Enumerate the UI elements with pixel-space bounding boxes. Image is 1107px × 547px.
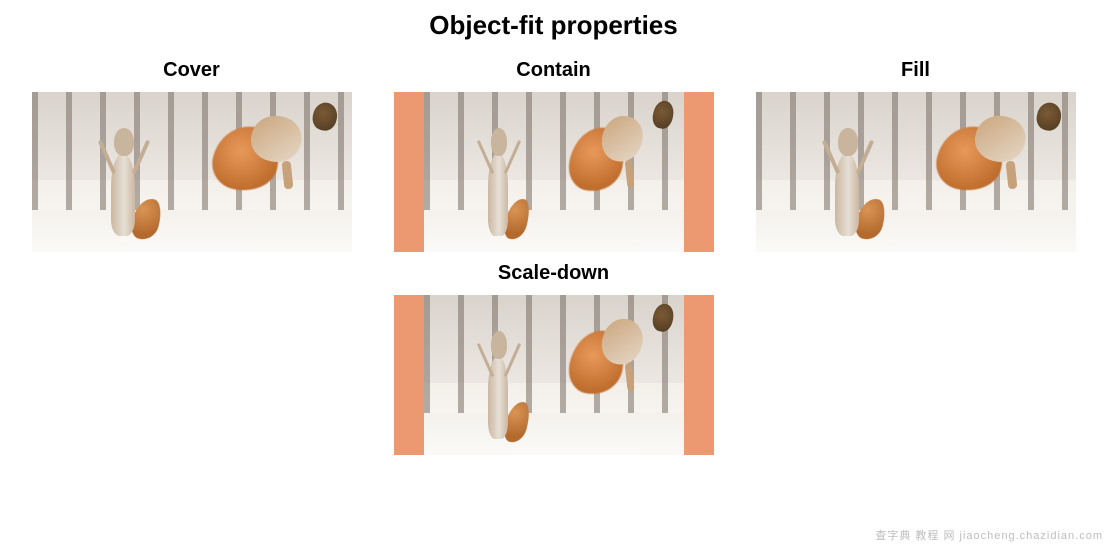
example-fill-label: Fill (901, 59, 930, 82)
example-cover-image (32, 92, 352, 252)
example-cover: Cover (32, 59, 352, 252)
examples-row-1: Cover Contain (0, 59, 1107, 252)
example-scale-down-label: Scale-down (498, 262, 609, 285)
watermark-text: 查字典 教程 网 jiaocheng.chazidian.com (875, 527, 1103, 543)
example-scale-down-image (394, 295, 714, 455)
examples-row-2: Scale-down (0, 262, 1107, 455)
example-contain-image (394, 92, 714, 252)
example-contain: Contain (394, 59, 714, 252)
example-fill-image (756, 92, 1076, 252)
page-title: Object-fit properties (0, 10, 1107, 41)
example-contain-label: Contain (516, 59, 590, 82)
example-scale-down: Scale-down (394, 262, 714, 455)
example-fill: Fill (756, 59, 1076, 252)
example-cover-label: Cover (163, 59, 220, 82)
